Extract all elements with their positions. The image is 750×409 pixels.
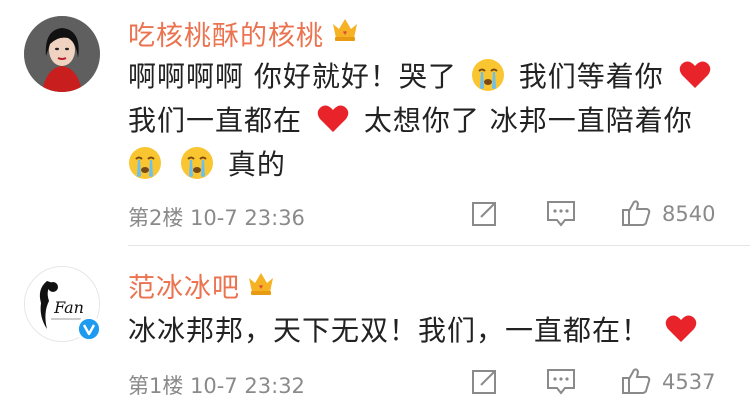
comment-reply-icon[interactable] (545, 198, 577, 228)
floor-number: 第1楼 (128, 374, 184, 398)
woman-portrait-avatar-icon (24, 16, 100, 92)
username[interactable]: 范冰冰吧 (128, 266, 240, 305)
crying-face-icon (129, 147, 161, 179)
svg-text:♥: ♥ (343, 30, 347, 37)
comment-meta: 第1楼 10-7 23:32 (128, 370, 305, 400)
comment-meta: 第2楼 10-7 23:36 (128, 202, 305, 232)
avatar[interactable] (24, 16, 100, 92)
timestamp: 10-7 23:36 (190, 206, 305, 230)
comment-line: 啊啊啊啊 你好就好！哭了 我们等着你 (128, 56, 728, 100)
comment-reply-icon[interactable] (545, 366, 577, 396)
crown-member-icon: ♥ (249, 273, 273, 295)
heart-icon (317, 105, 349, 132)
svg-text:♥: ♥ (259, 284, 263, 291)
crown-member-icon: ♥ (333, 19, 357, 41)
thumbs-up-icon[interactable] (620, 198, 652, 228)
share-icon[interactable] (470, 366, 500, 396)
thumbs-up-icon[interactable] (620, 366, 652, 396)
username[interactable]: 吃核桃酥的核桃 (128, 14, 324, 53)
heart-icon (679, 61, 710, 88)
comment-text: 冰冰邦邦，天下无双！我们，一直都在！ (128, 310, 702, 354)
crying-face-icon (180, 147, 213, 179)
avatar-logo-text: Fan (53, 298, 84, 317)
like-count: 8540 (662, 202, 716, 226)
heart-icon (665, 315, 697, 342)
comment-line: 冰冰邦邦，天下无双！我们，一直都在！ (128, 310, 702, 354)
like-count: 4537 (662, 370, 716, 394)
crying-face-icon (471, 59, 504, 91)
comment-item: Fan 范冰冰吧 ♥ 冰冰邦邦，天下无双！我们，一直都在！ 第1楼 10-7 2… (0, 246, 750, 409)
comment-line: 真的 (128, 144, 728, 188)
comment-item: 吃核桃酥的核桃 ♥ 啊啊啊啊 你好就好！哭了 我们等着你 我们一直都在 太想你了… (0, 0, 750, 246)
comment-line: 我们一直都在 太想你了 冰邦一直陪着你 (128, 104, 693, 137)
timestamp: 10-7 23:32 (190, 374, 305, 398)
comment-text: 啊啊啊啊 你好就好！哭了 我们等着你 我们一直都在 太想你了 冰邦一直陪着你 真… (128, 56, 728, 188)
verified-badge-icon (76, 316, 102, 342)
share-icon[interactable] (470, 198, 500, 228)
floor-number: 第2楼 (128, 206, 184, 230)
